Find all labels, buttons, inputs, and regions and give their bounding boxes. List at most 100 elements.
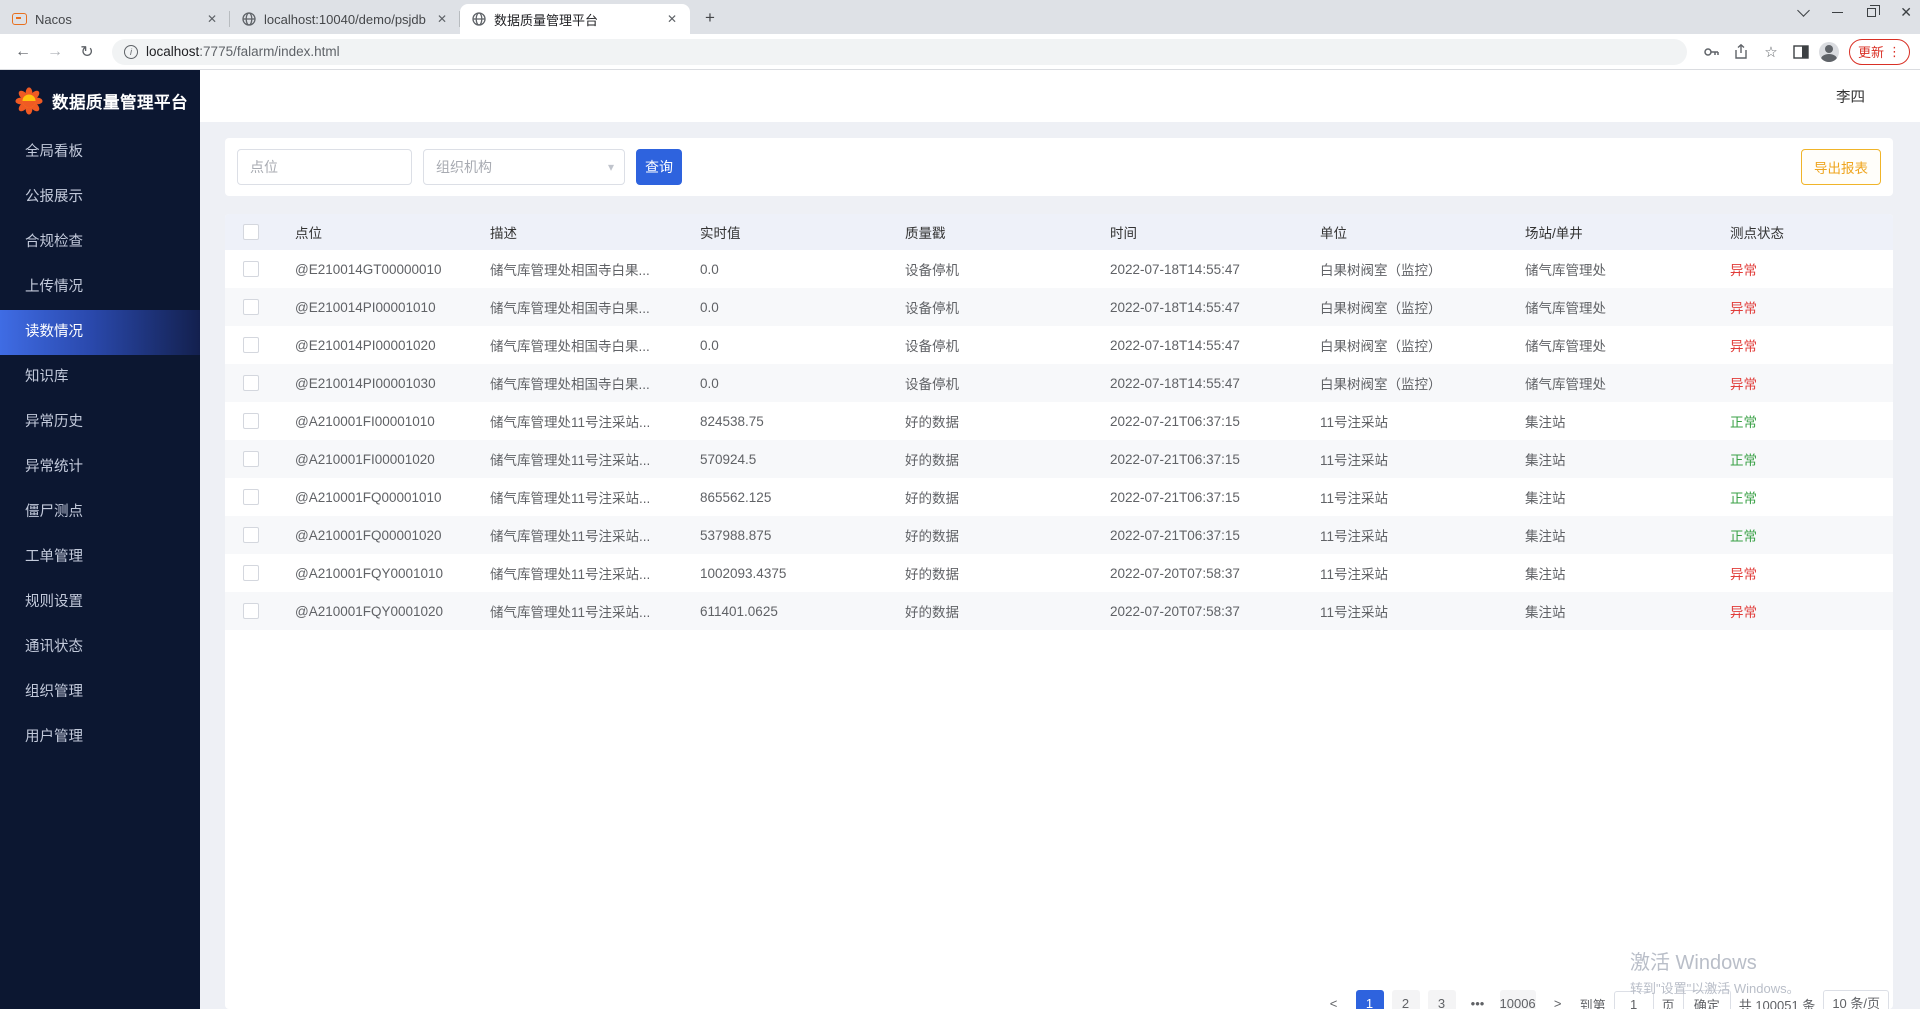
- row-checkbox[interactable]: [243, 527, 259, 543]
- reload-icon[interactable]: ↻: [74, 42, 100, 62]
- pagination-page-3[interactable]: 3: [1428, 990, 1456, 1009]
- window-minimize-icon[interactable]: [1832, 12, 1843, 14]
- new-tab-button[interactable]: +: [698, 8, 722, 28]
- cell-point: @E210014PI00001030: [283, 376, 478, 391]
- row-checkbox[interactable]: [243, 603, 259, 619]
- window-close-icon[interactable]: ✕: [1900, 4, 1912, 21]
- chrome-update-button[interactable]: 更新 ⋮: [1849, 39, 1910, 65]
- row-checkbox[interactable]: [243, 565, 259, 581]
- profile-avatar[interactable]: [1819, 42, 1839, 62]
- cell-point-status: 正常: [1718, 525, 1893, 545]
- tab-close-icon[interactable]: ✕: [664, 11, 680, 27]
- cell-time: 2022-07-21T06:37:15: [1098, 490, 1308, 505]
- cell-station-well: 储气库管理处: [1513, 297, 1718, 317]
- sidebar-item[interactable]: 合规检查: [0, 220, 200, 265]
- table-row: @A210001FI00001020储气库管理处11号注采站...570924.…: [225, 440, 1893, 478]
- more-menu-icon[interactable]: ⋮: [1888, 44, 1901, 60]
- cell-unit: 白果树阀室（监控）: [1308, 373, 1513, 393]
- sidebar-item[interactable]: 僵尸测点: [0, 490, 200, 535]
- cell-quality-stamp: 好的数据: [893, 449, 1098, 469]
- sidebar-item[interactable]: 上传情况: [0, 265, 200, 310]
- tab-title: localhost:10040/demo/psjdbc: [264, 12, 426, 27]
- tab-data-quality-platform[interactable]: 数据质量管理平台 ✕: [460, 4, 690, 34]
- sidebar-item[interactable]: 知识库: [0, 355, 200, 400]
- pagination-next-button[interactable]: >: [1544, 990, 1572, 1009]
- cell-point: @A210001FQY0001020: [283, 604, 478, 619]
- filter-panel: 组织机构 ▾ 查询 导出报表: [225, 138, 1893, 196]
- sidebar-item[interactable]: 公报展示: [0, 175, 200, 220]
- cell-station-well: 集注站: [1513, 601, 1718, 621]
- point-search-input[interactable]: [237, 149, 412, 185]
- browser-tab-bar: Nacos ✕ localhost:10040/demo/psjdbc ✕ 数据…: [0, 0, 1920, 34]
- cell-quality-stamp: 好的数据: [893, 601, 1098, 621]
- tab-close-icon[interactable]: ✕: [204, 11, 220, 27]
- app-title: 数据质量管理平台: [52, 89, 188, 113]
- column-header-point-status: 测点状态: [1718, 222, 1893, 242]
- back-icon[interactable]: ←: [10, 43, 36, 61]
- sidebar-item[interactable]: 异常历史: [0, 400, 200, 445]
- cell-point-status: 异常: [1718, 259, 1893, 279]
- row-checkbox[interactable]: [243, 337, 259, 353]
- pagination-total: 共 100051 条: [1739, 995, 1816, 1009]
- tab-close-icon[interactable]: ✕: [434, 11, 450, 27]
- select-all-checkbox[interactable]: [243, 224, 259, 240]
- cell-point: @E210014PI00001020: [283, 338, 478, 353]
- share-icon[interactable]: [1729, 43, 1753, 61]
- password-key-icon[interactable]: [1699, 43, 1723, 61]
- sidebar-item[interactable]: 通讯状态: [0, 625, 200, 670]
- row-checkbox[interactable]: [243, 413, 259, 429]
- cell-point: @A210001FQY0001010: [283, 566, 478, 581]
- window-menu-chevron-icon[interactable]: [1797, 4, 1810, 17]
- address-bar[interactable]: i localhost:7775/falarm/index.html: [112, 39, 1687, 65]
- forward-icon[interactable]: →: [42, 43, 68, 61]
- cell-time: 2022-07-18T14:55:47: [1098, 300, 1308, 315]
- pagination-goto-input[interactable]: [1614, 991, 1654, 1009]
- pagination-prev-button[interactable]: <: [1320, 990, 1348, 1009]
- sidebar-item[interactable]: 规则设置: [0, 580, 200, 625]
- table-row: @E210014PI00001020储气库管理处相国寺白果...0.0设备停机2…: [225, 326, 1893, 364]
- chevron-down-icon: ▾: [608, 160, 614, 174]
- tab-localhost-demo[interactable]: localhost:10040/demo/psjdbc ✕: [230, 4, 460, 34]
- sidebar-item[interactable]: 读数情况: [0, 310, 200, 355]
- table-row: @A210001FQ00001020储气库管理处11号注采站...537988.…: [225, 516, 1893, 554]
- row-checkbox[interactable]: [243, 451, 259, 467]
- cell-realtime-value: 0.0: [688, 262, 893, 277]
- cell-quality-stamp: 设备停机: [893, 373, 1098, 393]
- pagination-page-2[interactable]: 2: [1392, 990, 1420, 1009]
- cell-description: 储气库管理处11号注采站...: [478, 449, 688, 469]
- query-button[interactable]: 查询: [636, 149, 682, 185]
- cell-point-status: 异常: [1718, 335, 1893, 355]
- bookmark-star-icon[interactable]: ☆: [1759, 43, 1783, 61]
- column-header-description: 描述: [478, 222, 688, 242]
- cell-description: 储气库管理处11号注采站...: [478, 601, 688, 621]
- current-username[interactable]: 李四: [1836, 86, 1865, 107]
- sidebar-item[interactable]: 用户管理: [0, 715, 200, 760]
- update-label: 更新: [1858, 42, 1884, 61]
- side-panel-icon[interactable]: [1789, 43, 1813, 61]
- row-checkbox[interactable]: [243, 299, 259, 315]
- sidebar-item[interactable]: 工单管理: [0, 535, 200, 580]
- cell-time: 2022-07-18T14:55:47: [1098, 338, 1308, 353]
- pagination-last-page[interactable]: 10006: [1500, 990, 1536, 1009]
- row-checkbox[interactable]: [243, 261, 259, 277]
- site-info-icon[interactable]: i: [124, 45, 138, 59]
- table-row: @A210001FQY0001020储气库管理处11号注采站...611401.…: [225, 592, 1893, 630]
- globe-icon: [472, 12, 486, 26]
- tab-nacos[interactable]: Nacos ✕: [0, 4, 230, 34]
- sidebar-item[interactable]: 全局看板: [0, 130, 200, 175]
- pagination-confirm-button[interactable]: 确定: [1683, 990, 1731, 1009]
- column-header-unit: 单位: [1308, 222, 1513, 242]
- cell-realtime-value: 0.0: [688, 300, 893, 315]
- page-size-select[interactable]: 10 条/页: [1823, 990, 1889, 1009]
- cell-unit: 白果树阀室（监控）: [1308, 259, 1513, 279]
- organization-select[interactable]: 组织机构 ▾: [423, 149, 625, 185]
- row-checkbox[interactable]: [243, 375, 259, 391]
- row-checkbox[interactable]: [243, 489, 259, 505]
- cell-station-well: 储气库管理处: [1513, 259, 1718, 279]
- cell-point-status: 正常: [1718, 449, 1893, 469]
- sidebar-item[interactable]: 异常统计: [0, 445, 200, 490]
- window-restore-icon[interactable]: [1867, 8, 1876, 17]
- export-report-button[interactable]: 导出报表: [1801, 149, 1881, 185]
- sidebar-item[interactable]: 组织管理: [0, 670, 200, 715]
- pagination-page-1[interactable]: 1: [1356, 990, 1384, 1009]
